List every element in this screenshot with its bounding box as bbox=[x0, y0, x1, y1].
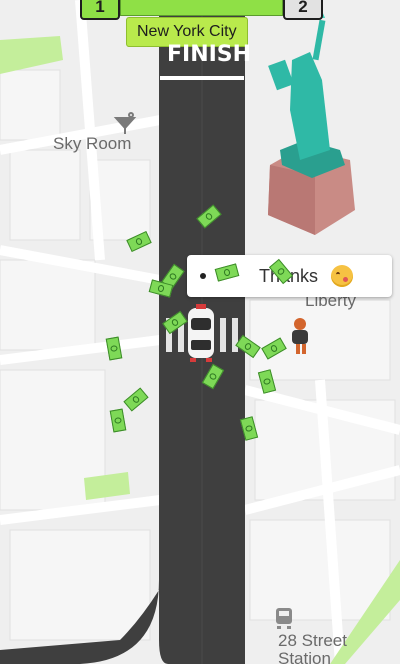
station-label-line2: Station bbox=[278, 649, 331, 664]
level-progress-bar bbox=[120, 0, 283, 16]
map-background bbox=[0, 0, 400, 664]
game-map[interactable]: 1 2 New York City FINISH Sky Room Libert… bbox=[0, 0, 400, 664]
bubble-pointer-dot bbox=[200, 273, 206, 279]
statue-of-liberty-icon bbox=[268, 6, 355, 235]
kissing-face-icon bbox=[331, 265, 353, 287]
train-icon bbox=[276, 608, 292, 629]
poi-label-station: 28 Street Station bbox=[278, 632, 347, 664]
finish-marker: FINISH bbox=[167, 42, 252, 67]
current-level-badge: 1 bbox=[80, 0, 120, 20]
next-level-badge: 2 bbox=[283, 0, 323, 20]
station-label-line1: 28 Street bbox=[278, 631, 347, 650]
player-car-icon bbox=[188, 304, 214, 362]
poi-label-sky-room: Sky Room bbox=[53, 134, 132, 153]
